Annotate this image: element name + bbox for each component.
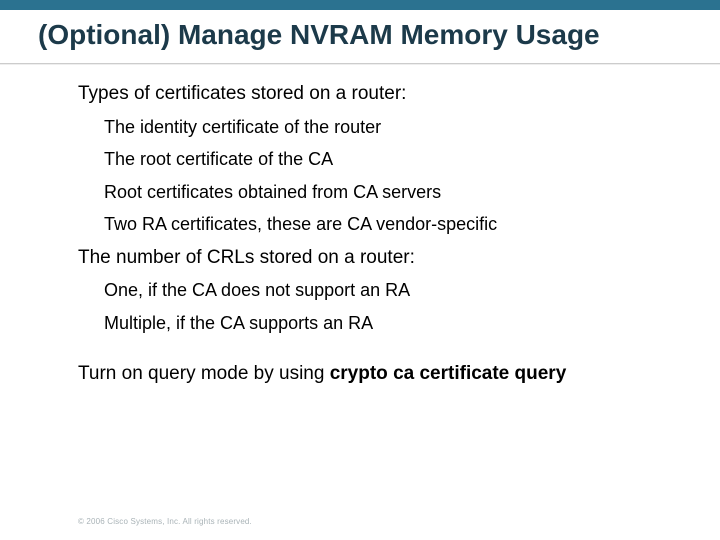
slide-title: (Optional) Manage NVRAM Memory Usage: [38, 20, 682, 51]
bullet-ra-certs: Two RA certificates, these are CA vendor…: [104, 213, 682, 236]
title-area: (Optional) Manage NVRAM Memory Usage: [0, 10, 720, 59]
query-mode-text: Turn on query mode by using: [78, 363, 330, 384]
top-color-band: [0, 0, 720, 10]
heading-certificate-types: Types of certificates stored on a router…: [78, 82, 682, 106]
bullet-crl-multiple: Multiple, if the CA supports an RA: [104, 312, 682, 335]
body-area: Types of certificates stored on a router…: [0, 64, 720, 386]
bullet-identity-cert: The identity certificate of the router: [104, 116, 682, 139]
bullet-root-certs-servers: Root certificates obtained from CA serve…: [104, 181, 682, 204]
query-mode-command: crypto ca certificate query: [330, 363, 567, 384]
slide: (Optional) Manage NVRAM Memory Usage Typ…: [0, 0, 720, 540]
bullet-crl-one: One, if the CA does not support an RA: [104, 279, 682, 302]
heading-crl-count: The number of CRLs stored on a router:: [78, 246, 682, 270]
copyright-footer: © 2006 Cisco Systems, Inc. All rights re…: [78, 517, 252, 526]
query-mode-line: Turn on query mode by using crypto ca ce…: [78, 362, 682, 386]
bullet-root-cert-ca: The root certificate of the CA: [104, 148, 682, 171]
spacer: [78, 344, 682, 362]
